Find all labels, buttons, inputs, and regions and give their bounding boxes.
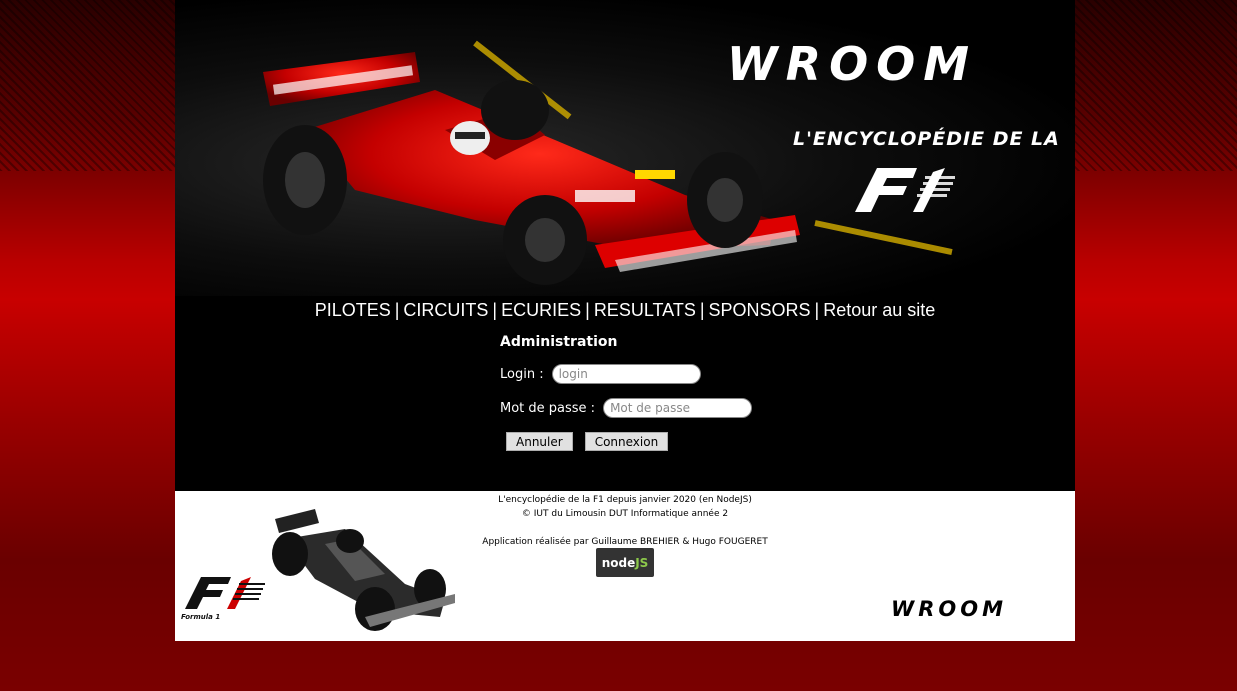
nodejs-badge-js: JS (635, 555, 649, 570)
site-header: WROOM L'ENCYCLOPÉDIE DE LA (175, 0, 1075, 296)
nav-separator: | (699, 300, 705, 320)
footer-wroom-logo: WROOM (891, 597, 1007, 619)
login-input[interactable] (551, 364, 701, 384)
wroom-logo: WROOM (727, 40, 977, 90)
nav-resultats[interactable]: RESULTATS (594, 300, 696, 320)
login-button[interactable]: Connexion (584, 432, 669, 451)
svg-text:WROOM: WROOM (727, 40, 977, 90)
password-label: Mot de passe : (500, 400, 596, 416)
nav-circuits[interactable]: CIRCUITS (403, 300, 488, 320)
nav-sponsors[interactable]: SPONSORS (709, 300, 811, 320)
form-buttons: Annuler Connexion (506, 432, 752, 451)
nodejs-badge-node: node (601, 555, 636, 570)
password-row: Mot de passe : (500, 398, 753, 418)
svg-text:WROOM: WROOM (891, 597, 1007, 619)
footer-text: L'encyclopédie de la F1 depuis janvier 2… (175, 493, 1075, 549)
admin-login-form: Administration Login : Mot de passe : An… (500, 332, 753, 451)
nav-retour-au-site[interactable]: Retour au site (823, 300, 935, 320)
main-nav: PILOTES | CIRCUITS | ECURIES | RESULTATS | SPONS… (175, 300, 1075, 321)
login-label: Login : (500, 366, 544, 382)
nodejs-badge: node JS (596, 548, 654, 577)
page-container: WROOM L'ENCYCLOPÉDIE DE LA PILOTES | CIRCU… (175, 0, 1075, 641)
footer-line-1: L'encyclopédie de la F1 depuis janvier 2… (498, 495, 752, 505)
nav-separator: | (394, 300, 400, 320)
svg-text:Formula 1: Formula 1 (181, 613, 220, 621)
footer-line-3: Application réalisée par Guillaume BREHI… (482, 537, 768, 547)
footer-line-2: © IUT du Limousin DUT Informatique année… (521, 509, 729, 519)
nav-separator: | (814, 300, 820, 320)
site-footer: Formula 1 L'encyclopédie de la F1 depuis… (175, 491, 1075, 641)
login-row: Login : (500, 364, 752, 384)
f1-logo (855, 168, 955, 212)
cancel-button[interactable]: Annuler (506, 432, 573, 451)
track-stripe (814, 220, 953, 256)
nav-ecuries[interactable]: ECURIES (501, 300, 581, 320)
password-input[interactable] (603, 398, 753, 418)
nav-separator: | (492, 300, 498, 320)
site-tagline: L'ENCYCLOPÉDIE DE LA (793, 128, 1060, 150)
admin-title: Administration (500, 334, 618, 350)
footer-spacer (175, 521, 1075, 535)
formula1-logo: Formula 1 (181, 577, 265, 621)
nav-pilotes[interactable]: PILOTES (315, 300, 391, 320)
nav-separator: | (585, 300, 590, 320)
